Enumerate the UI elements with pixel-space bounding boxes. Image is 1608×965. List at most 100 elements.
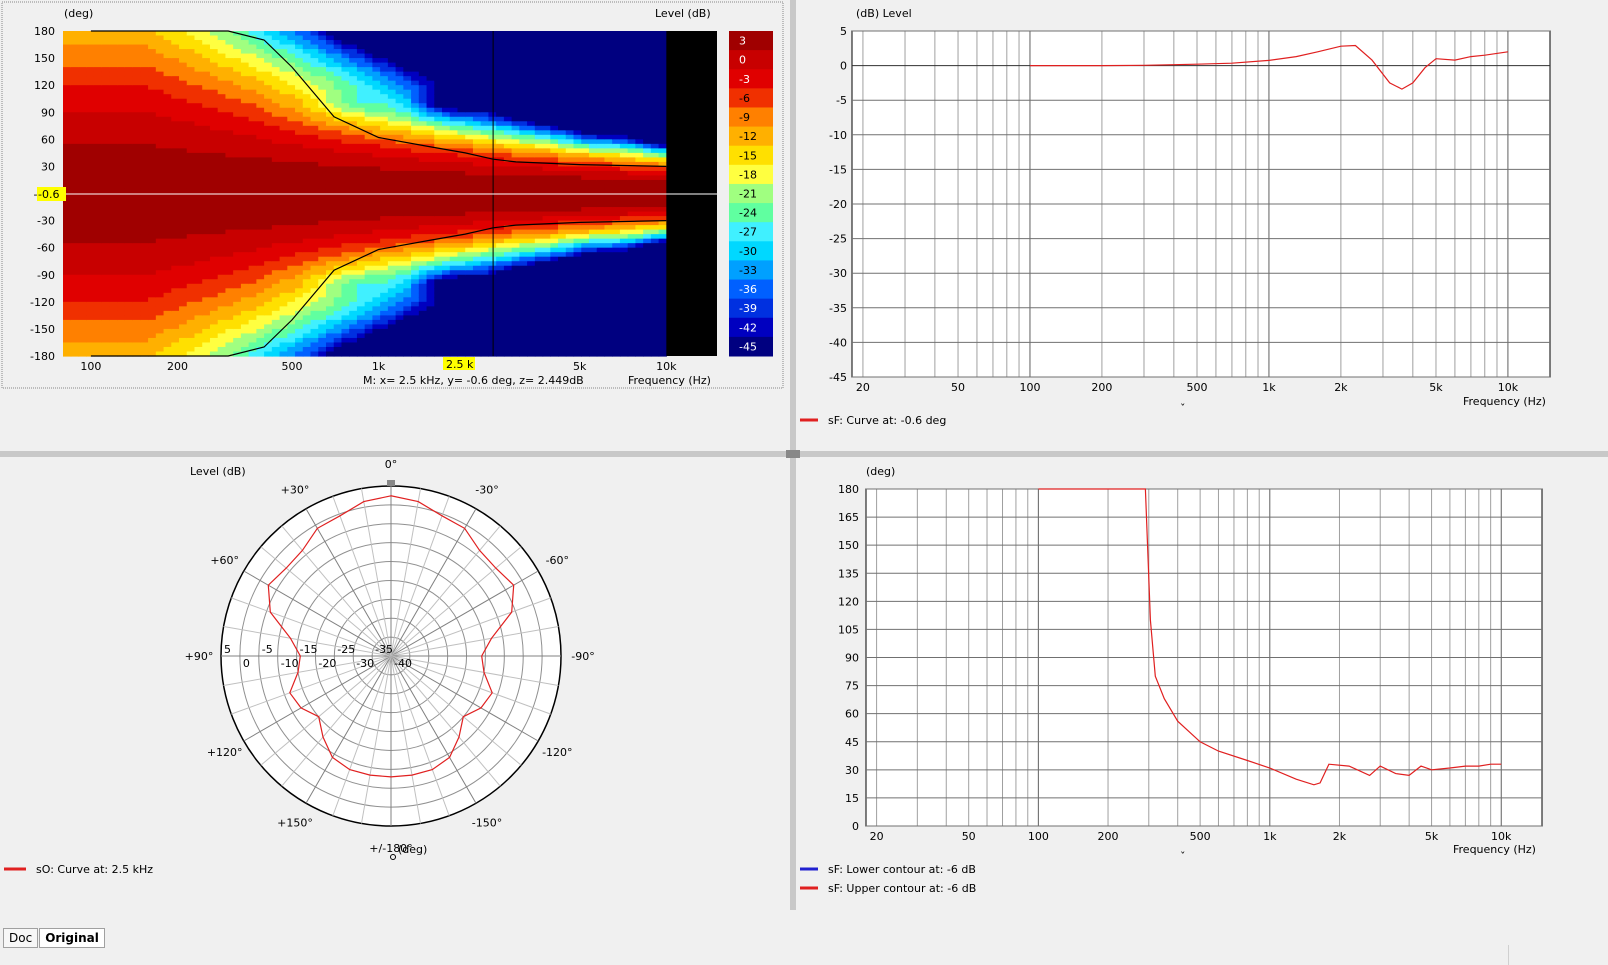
heatmap-cell xyxy=(449,225,459,231)
heatmap-cell xyxy=(349,71,358,77)
heatmap-cell xyxy=(310,139,319,145)
heatmap-cell xyxy=(318,44,327,50)
heatmap-cell xyxy=(519,342,528,348)
heatmap-cell xyxy=(318,166,327,172)
heatmap-cell xyxy=(349,220,358,226)
heatmap-cell xyxy=(63,342,72,348)
heatmap-cell xyxy=(503,49,513,55)
heatmap-cell xyxy=(140,328,149,335)
heatmap-cell xyxy=(550,116,559,122)
heatmap-cell xyxy=(202,121,211,127)
heatmap-cell xyxy=(132,229,141,235)
heatmap-cell xyxy=(372,67,381,73)
heatmap-cell xyxy=(426,58,435,64)
heatmap-cell xyxy=(256,216,265,222)
heatmap-cell xyxy=(256,324,265,330)
heatmap-cell xyxy=(550,31,559,37)
heatmap-cell xyxy=(465,31,474,37)
heatmap-cell xyxy=(155,306,165,312)
heatmap-cell xyxy=(225,211,234,217)
heatmap-cell xyxy=(434,328,443,335)
heatmap-cell xyxy=(248,58,257,64)
heatmap-cell xyxy=(209,71,219,77)
heatmap-cell xyxy=(264,94,273,100)
heatmap-cell xyxy=(186,98,196,104)
heatmap-cell xyxy=(395,198,404,204)
contour-heatmap[interactable] xyxy=(63,30,717,357)
heatmap-cell xyxy=(418,175,428,181)
heatmap-cell xyxy=(325,166,335,172)
heatmap-cell xyxy=(372,161,381,168)
heatmap-cell xyxy=(349,143,358,149)
heatmap-cell xyxy=(93,125,103,131)
heatmap-cell xyxy=(132,279,141,285)
heatmap-cell xyxy=(140,152,149,158)
heatmap-cell xyxy=(534,238,544,244)
heatmap-cell xyxy=(233,116,242,122)
heatmap-cell xyxy=(318,292,327,298)
heatmap-cell xyxy=(380,44,389,50)
heatmap-cell xyxy=(279,85,288,91)
heatmap-cell xyxy=(356,157,366,163)
heatmap-cell xyxy=(256,265,265,271)
heatmap-cell xyxy=(217,292,227,298)
heatmap-cell xyxy=(233,67,242,73)
heatmap-cell xyxy=(581,80,590,86)
heatmap-cell xyxy=(480,207,490,213)
heatmap-cell xyxy=(372,107,381,113)
heatmap-cell xyxy=(202,143,211,149)
heatmap-cell xyxy=(426,89,435,95)
heatmap-cell xyxy=(163,202,172,208)
heatmap-cell xyxy=(519,103,528,109)
heatmap-cell xyxy=(449,211,459,217)
heatmap-cell xyxy=(225,148,234,154)
heatmap-cell xyxy=(565,94,575,100)
heatmap-cell xyxy=(194,198,203,204)
heatmap-cell xyxy=(418,179,428,186)
heatmap-cell xyxy=(442,103,451,109)
heatmap-cell xyxy=(465,71,474,77)
heatmap-cell xyxy=(534,274,544,280)
heatmap-cell xyxy=(256,49,265,55)
heatmap-cell xyxy=(194,157,203,163)
heatmap-cell xyxy=(565,306,575,312)
heatmap-cell xyxy=(140,40,149,46)
heatmap-cell xyxy=(472,351,482,357)
heatmap-cell xyxy=(124,89,134,95)
heatmap-cell xyxy=(596,76,606,82)
heatmap-cell xyxy=(488,85,497,91)
heatmap-cell xyxy=(341,351,350,357)
heatmap-cell xyxy=(124,62,134,68)
heatmap-cell xyxy=(387,252,397,258)
heatmap-cell xyxy=(86,319,95,325)
heatmap-cell xyxy=(558,184,567,190)
heatmap-cell xyxy=(434,207,443,213)
heatmap-cell xyxy=(488,166,497,172)
heatmap-cell xyxy=(558,94,567,100)
heatmap-cell xyxy=(511,166,520,172)
heatmap-cell xyxy=(209,261,219,267)
heatmap-cell xyxy=(109,225,118,231)
heatmap-cell xyxy=(148,76,157,82)
heatmap-cell xyxy=(155,161,165,168)
heatmap-cell xyxy=(209,216,219,222)
heatmap-cell xyxy=(93,274,103,280)
heatmap-cell xyxy=(256,202,265,208)
heatmap-cell xyxy=(163,139,172,145)
heatmap-cell xyxy=(333,188,343,195)
heatmap-cell xyxy=(202,62,211,68)
heatmap-cell xyxy=(395,234,404,240)
heatmap-cell xyxy=(403,179,412,186)
heatmap-cell xyxy=(302,279,312,285)
heatmap-cell xyxy=(310,161,319,168)
heatmap-cell xyxy=(496,152,505,158)
heatmap-cell xyxy=(341,107,350,113)
heatmap-cell xyxy=(364,229,374,235)
heatmap-cell xyxy=(109,270,118,276)
heatmap-cell xyxy=(380,161,389,168)
heatmap-cell xyxy=(194,80,203,86)
heatmap-cell xyxy=(124,31,134,37)
contour-plot-panel[interactable]: (deg) Level (dB) 180150120906030-0.6-30-… xyxy=(0,0,800,400)
heatmap-cell xyxy=(511,71,520,77)
heatmap-cell xyxy=(93,58,103,64)
